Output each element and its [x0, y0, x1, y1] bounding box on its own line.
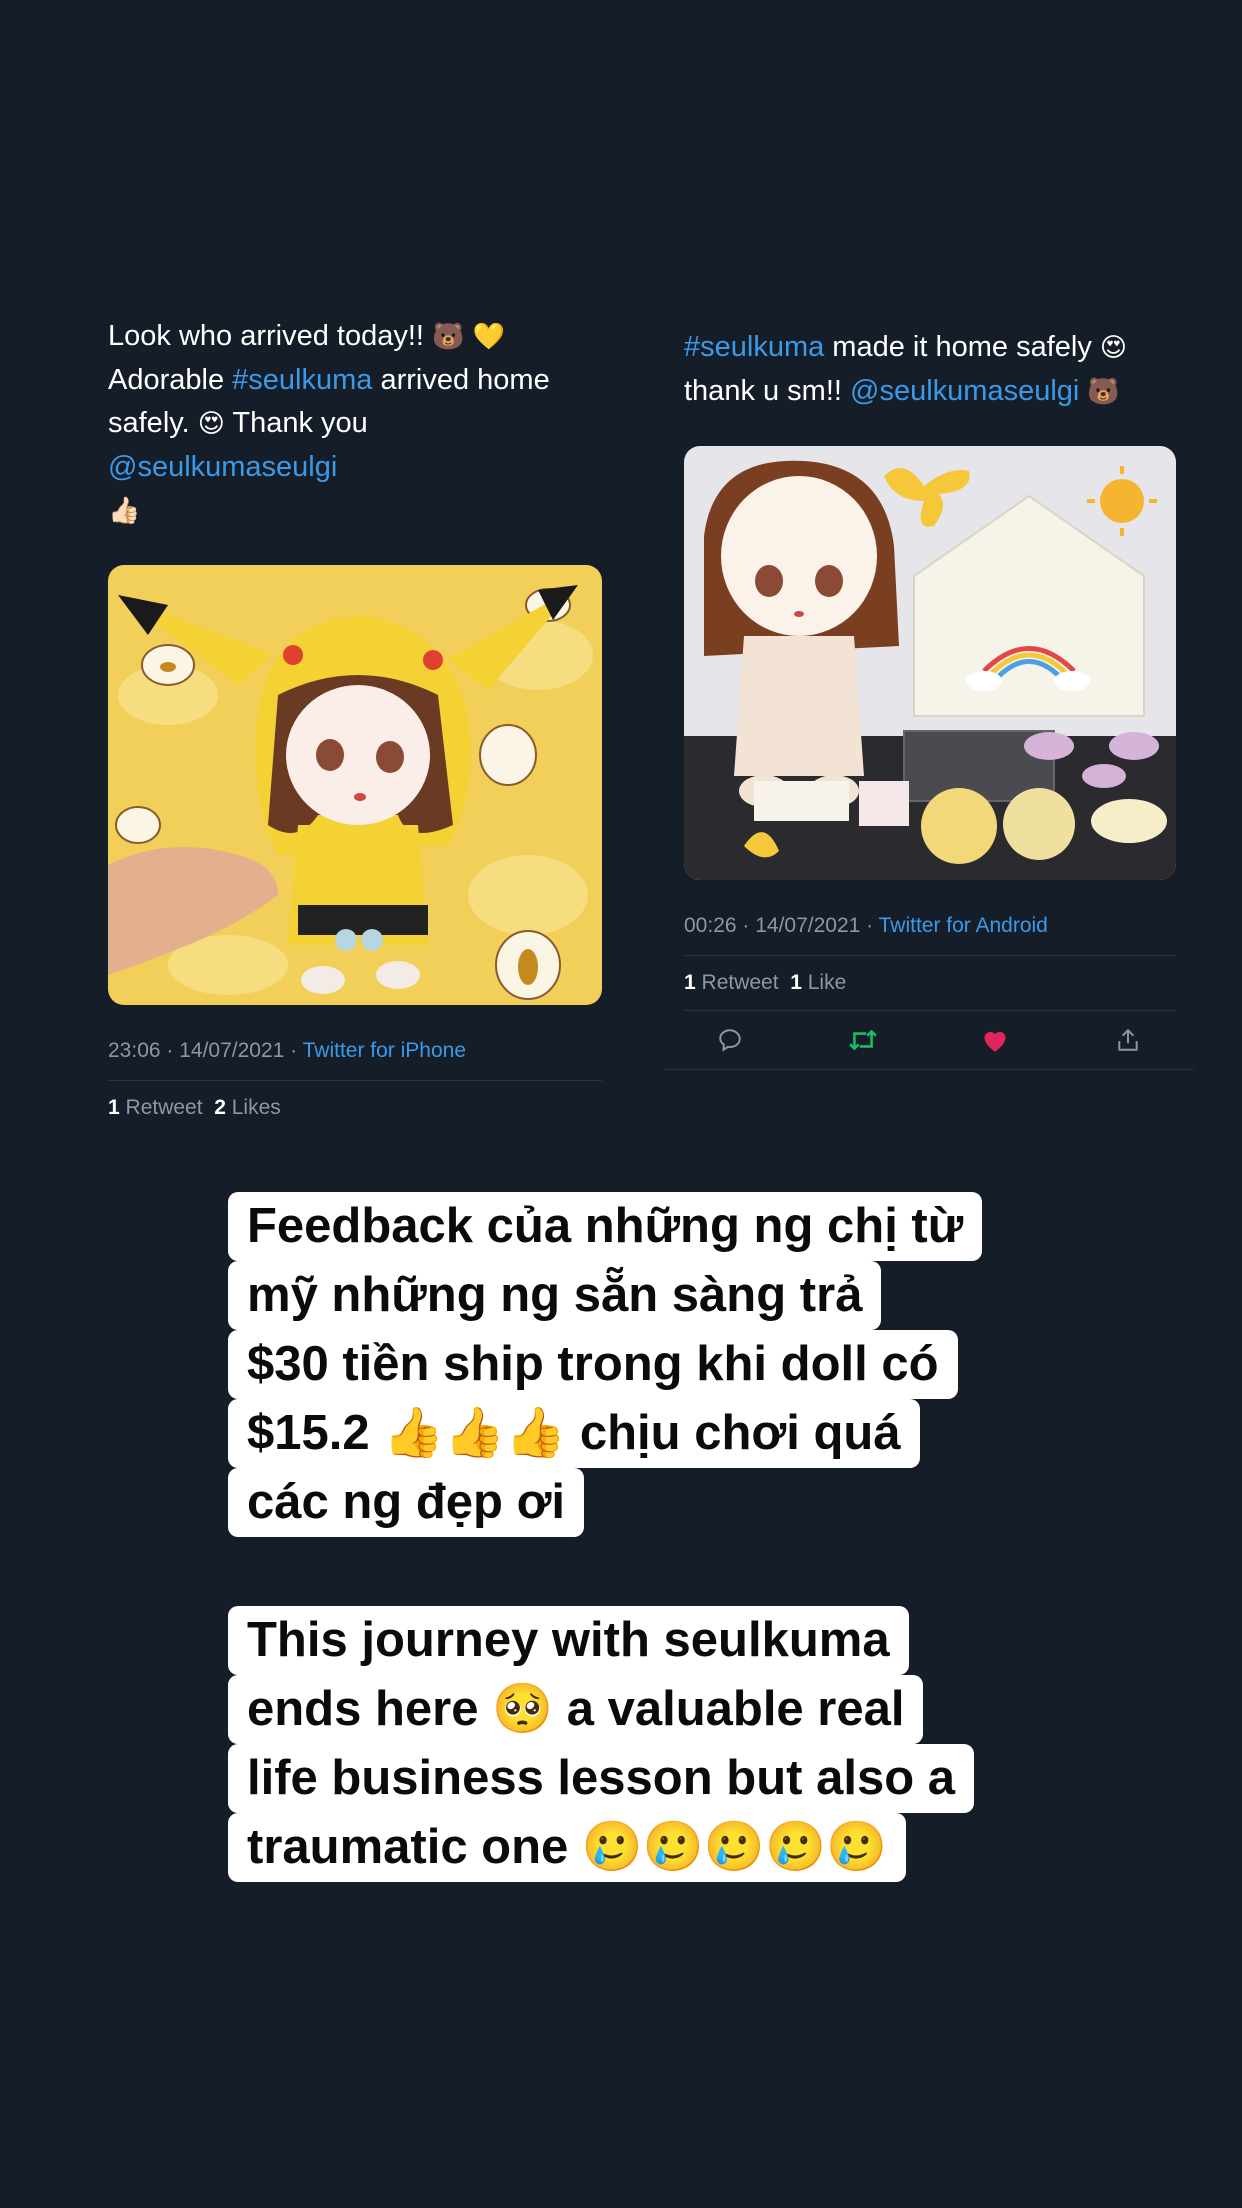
story-caption-feedback: Feedback của những ng chị từ mỹ những ng…	[228, 1192, 983, 1537]
retweet-count[interactable]: 1	[684, 971, 696, 994]
doll-goods-photo-illustration	[684, 446, 1176, 880]
caption-line: This journey with seulkuma	[228, 1606, 909, 1675]
like-label[interactable]: Likes	[226, 1096, 281, 1119]
like-icon[interactable]	[980, 1025, 1010, 1055]
caption-line: traumatic one 🥲🥲🥲🥲🥲	[228, 1813, 906, 1882]
bear-emoji: 🐻	[432, 322, 465, 352]
tweet-right-stats: 1 Retweet 1 Like	[684, 971, 1176, 995]
tweet-text-segment: safely.	[108, 407, 198, 439]
tweet-text-segment: Thank you	[224, 407, 368, 439]
divider	[108, 1080, 602, 1081]
share-icon[interactable]	[1113, 1025, 1143, 1055]
mention-link[interactable]: @seulkumaseulgi	[850, 375, 1079, 407]
tweet-right-text: #seulkuma made it home safely 😍 thank u …	[684, 326, 1176, 414]
retweet-label[interactable]: Retweet	[696, 971, 779, 994]
reply-icon[interactable]	[715, 1025, 745, 1055]
tweet-text-segment: Adorable	[108, 364, 233, 396]
caption-line: ends here 🥺 a valuable real	[228, 1675, 924, 1744]
retweet-count[interactable]: 1	[108, 1096, 120, 1119]
hashtag-link[interactable]: #seulkuma	[232, 364, 372, 396]
hashtag-link[interactable]: #seulkuma	[684, 331, 824, 363]
tweet-text-segment: arrived home	[372, 364, 550, 396]
bear-emoji: 🐻	[1087, 377, 1120, 407]
tweet-left-meta: 23:06 · 14/07/2021 · Twitter for iPhone	[108, 1039, 602, 1063]
tweet-source-link[interactable]: Twitter for iPhone	[303, 1039, 466, 1062]
yellow-heart-emoji: 💛	[472, 322, 505, 352]
tweet-text-segment: Look who arrived today!!	[108, 320, 433, 352]
caption-line: $15.2 👍👍👍 chịu chơi quá	[228, 1399, 920, 1468]
tweet-timestamp: 23:06 · 14/07/2021 ·	[108, 1039, 303, 1062]
tweet-action-bar	[664, 1011, 1194, 1070]
tweet-left: Look who arrived today!! 🐻 💛 Adorable #s…	[108, 315, 602, 1120]
tweet-right-meta: 00:26 · 14/07/2021 · Twitter for Android	[684, 914, 1176, 938]
retweet-label[interactable]: Retweet	[120, 1096, 203, 1119]
story-caption-journey: This journey with seulkuma ends here 🥺 a…	[228, 1606, 974, 1882]
like-count[interactable]: 2	[214, 1096, 226, 1119]
tweet-left-stats: 1 Retweet 2 Likes	[108, 1096, 602, 1120]
tweet-timestamp: 00:26 · 14/07/2021 ·	[684, 914, 879, 937]
tweet-text-segment: thank u sm!!	[684, 375, 851, 407]
mention-link[interactable]: @seulkumaseulgi	[108, 451, 337, 483]
tweet-text-segment: made it home safely	[824, 331, 1100, 363]
doll-photo-illustration	[108, 565, 602, 1005]
thumbs-up-emoji: 👍🏻	[108, 496, 141, 526]
like-label[interactable]: Like	[802, 971, 847, 994]
caption-line: Feedback của những ng chị từ	[228, 1192, 983, 1261]
caption-line: $30 tiền ship trong khi doll có	[228, 1330, 958, 1399]
tweet-photo-pikachu-doll[interactable]	[108, 565, 602, 1005]
tweet-left-text: Look who arrived today!! 🐻 💛 Adorable #s…	[108, 315, 602, 533]
retweet-icon[interactable]	[848, 1025, 878, 1055]
tweet-source-link[interactable]: Twitter for Android	[879, 914, 1048, 937]
caption-line: life business lesson but also a	[228, 1744, 974, 1813]
caption-line: các ng đẹp ơi	[228, 1468, 585, 1537]
caption-line: mỹ những ng sẵn sàng trả	[228, 1261, 882, 1330]
like-count[interactable]: 1	[790, 971, 802, 994]
tweet-photo-doll-with-goods[interactable]	[684, 446, 1176, 880]
heart-eyes-emoji: 😍	[1099, 333, 1127, 363]
tweet-right: #seulkuma made it home safely 😍 thank u …	[664, 326, 1194, 1070]
heart-eyes-emoji: 😍	[197, 409, 225, 439]
divider	[684, 955, 1176, 956]
